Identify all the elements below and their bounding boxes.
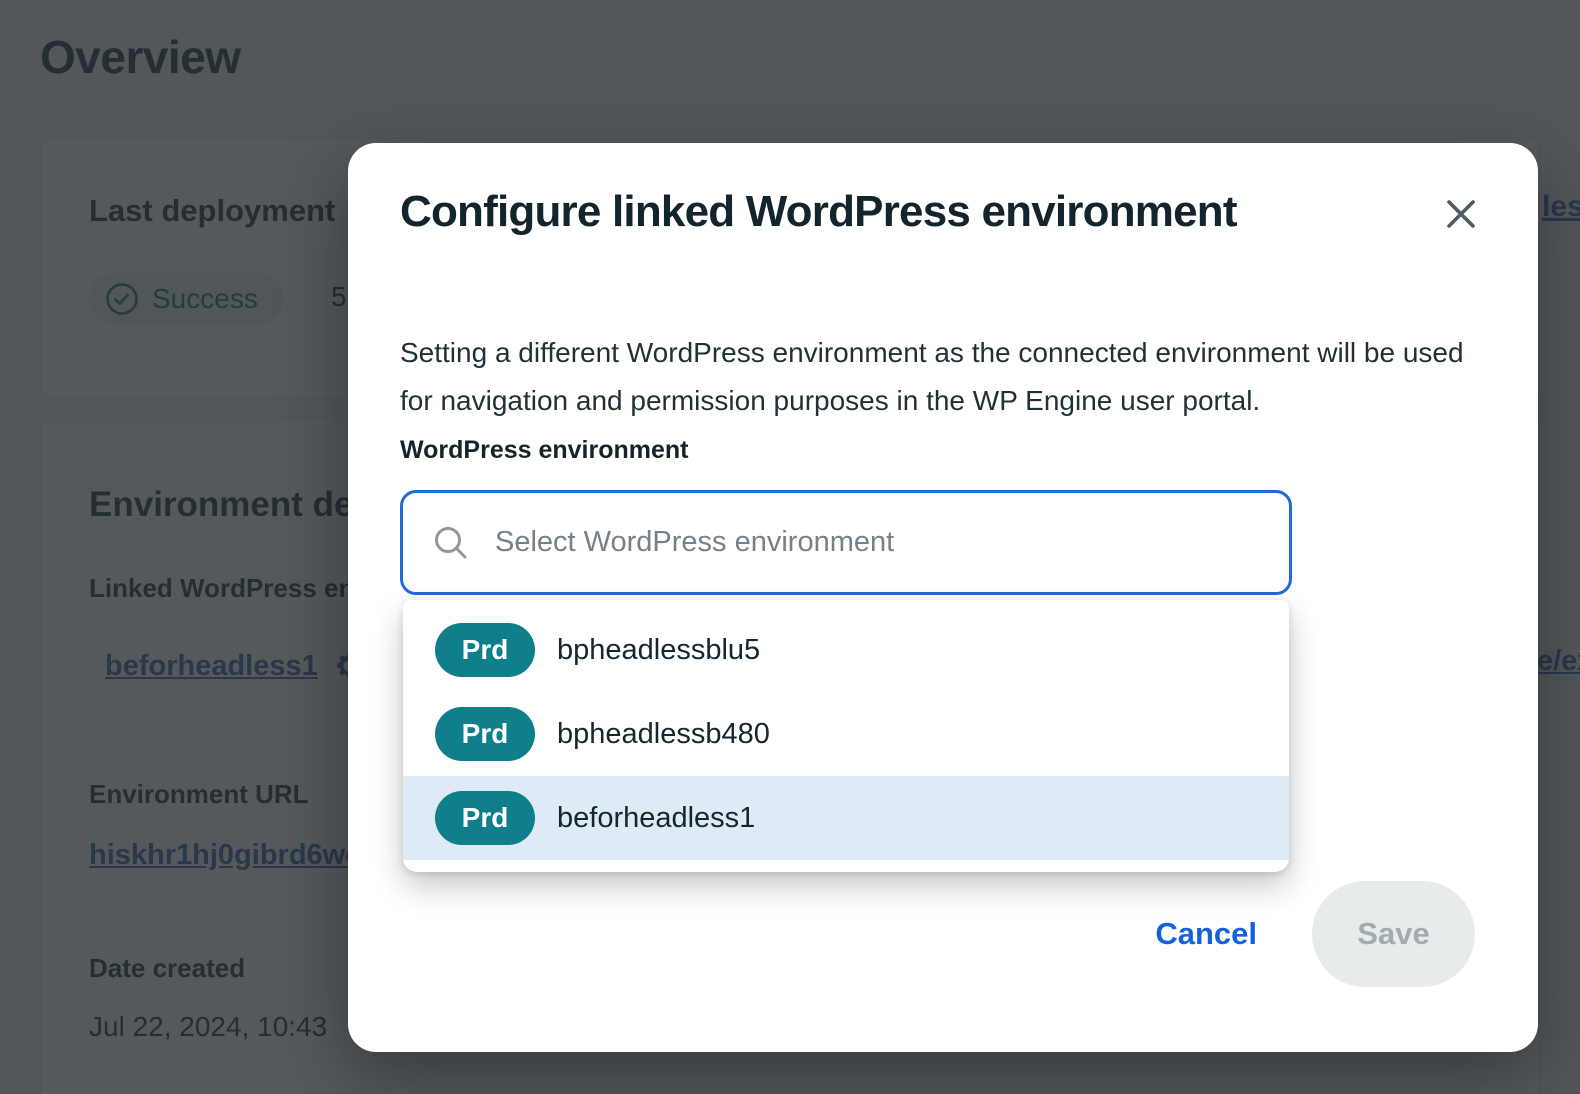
close-icon xyxy=(1447,200,1475,228)
environment-option-name: bpheadlessb480 xyxy=(557,717,770,750)
environment-type-badge: Prd xyxy=(435,791,535,845)
environment-option[interactable]: Prd bpheadlessblu5 xyxy=(403,608,1289,692)
screen: Overview Last deployment Success 5 Envir… xyxy=(0,0,1580,1094)
modal-footer: Cancel Save xyxy=(1155,881,1475,987)
environment-option-name: beforheadless1 xyxy=(557,801,756,834)
environment-option-name: bpheadlessblu5 xyxy=(557,633,761,666)
environment-option-highlighted[interactable]: Prd beforheadless1 xyxy=(403,776,1289,860)
environment-option[interactable]: Prd bpheadlessb480 xyxy=(403,692,1289,776)
modal-description: Setting a different WordPress environmen… xyxy=(400,337,1464,416)
wordpress-environment-field-label: WordPress environment xyxy=(400,436,689,464)
environment-type-badge: Prd xyxy=(435,707,535,761)
configure-environment-modal: Configure linked WordPress environment S… xyxy=(348,143,1538,1052)
cancel-button[interactable]: Cancel xyxy=(1155,916,1257,952)
environment-options-dropdown: Prd bpheadlessblu5 Prd bpheadlessb480 Pr… xyxy=(403,600,1289,872)
environment-search-box xyxy=(400,490,1292,595)
search-icon xyxy=(435,526,467,558)
search-input[interactable] xyxy=(493,525,1265,560)
close-button[interactable] xyxy=(1440,193,1482,235)
environment-type-badge: Prd xyxy=(435,623,535,677)
modal-title: Configure linked WordPress environment xyxy=(400,187,1238,236)
save-button[interactable]: Save xyxy=(1312,881,1475,987)
